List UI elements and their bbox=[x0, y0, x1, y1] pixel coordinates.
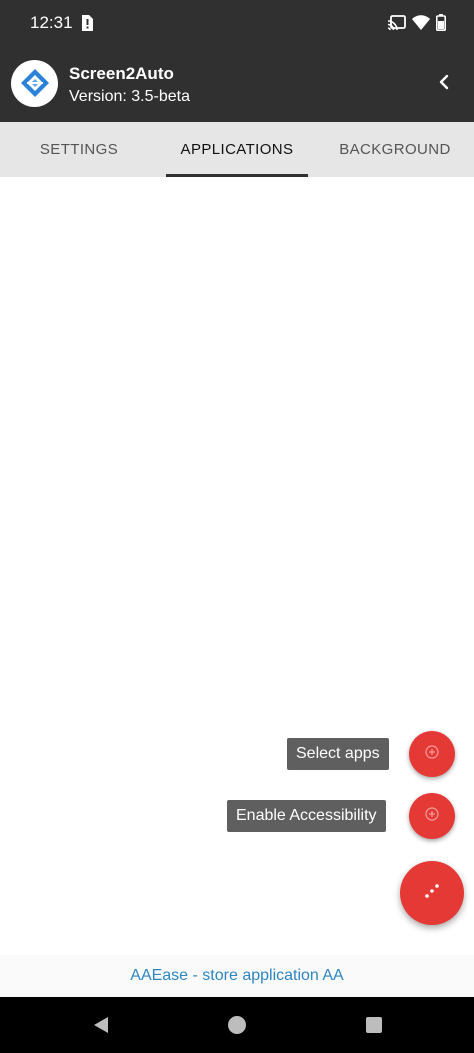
circle-home-icon bbox=[228, 1016, 246, 1034]
tab-settings[interactable]: SETTINGS bbox=[0, 122, 158, 177]
select-apps-label[interactable]: Select apps bbox=[287, 738, 389, 770]
battery-icon bbox=[436, 14, 446, 36]
triangle-back-icon bbox=[94, 1017, 108, 1033]
main-fab-button[interactable] bbox=[400, 861, 464, 925]
nav-recents-button[interactable] bbox=[362, 1013, 386, 1037]
status-bar: 12:31 bbox=[0, 0, 474, 46]
tab-applications[interactable]: APPLICATIONS bbox=[158, 122, 316, 177]
enable-accessibility-label[interactable]: Enable Accessibility bbox=[227, 800, 386, 832]
cast-icon bbox=[387, 14, 406, 36]
nav-back-button[interactable] bbox=[89, 1013, 113, 1037]
status-time: 12:31 bbox=[30, 13, 73, 32]
nav-home-button[interactable] bbox=[225, 1013, 249, 1037]
back-button[interactable] bbox=[432, 72, 456, 96]
enable-accessibility-button[interactable] bbox=[409, 793, 455, 839]
app-bar: Screen2Auto Version: 3.5-beta bbox=[0, 46, 474, 122]
add-circle-icon bbox=[424, 806, 440, 827]
app-version: Version: 3.5-beta bbox=[69, 88, 190, 105]
status-icons bbox=[387, 14, 446, 36]
sim-alert-icon bbox=[80, 15, 93, 36]
tab-background[interactable]: BACKGROUND bbox=[316, 122, 474, 177]
applications-list bbox=[0, 177, 474, 955]
chevron-left-icon bbox=[437, 74, 451, 95]
app-logo bbox=[11, 60, 58, 107]
app-title: Screen2Auto bbox=[69, 64, 174, 83]
select-apps-button[interactable] bbox=[409, 731, 455, 777]
navigation-bar bbox=[0, 997, 474, 1053]
wifi-icon bbox=[412, 15, 430, 35]
add-circle-icon bbox=[424, 744, 440, 765]
footer: AAEase - store application AA bbox=[0, 955, 474, 997]
store-link[interactable]: AAEase - store application AA bbox=[130, 967, 343, 985]
dots-icon bbox=[423, 882, 441, 905]
tab-bar: SETTINGS APPLICATIONS BACKGROUND bbox=[0, 122, 474, 177]
square-recents-icon bbox=[366, 1017, 382, 1033]
